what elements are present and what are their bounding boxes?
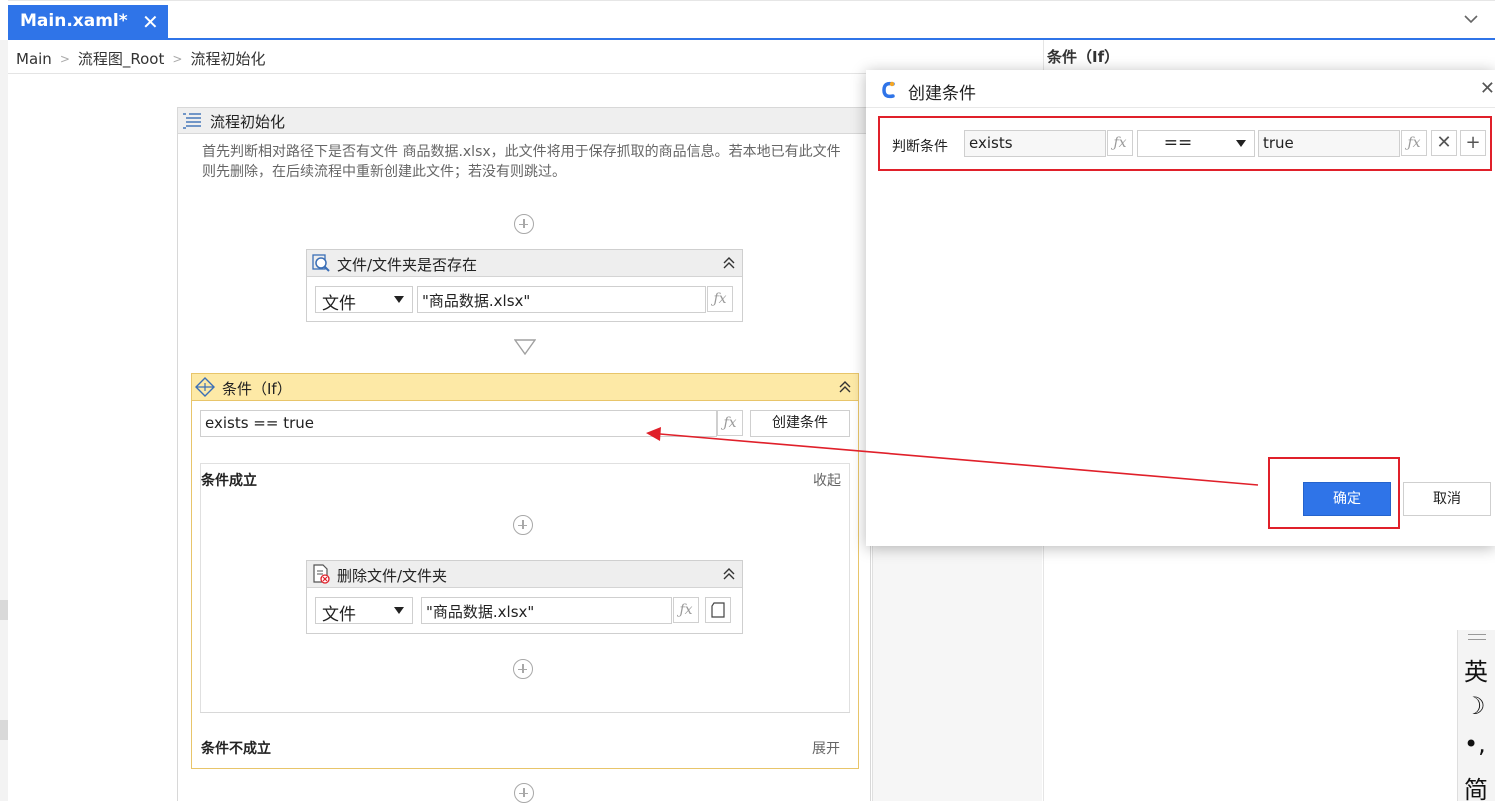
create-condition-dialog: 创建条件 ✕ 判断条件 exists ƒx == true ƒx ✕ + 确定 …	[866, 70, 1495, 546]
add-activity-icon[interactable]	[514, 783, 534, 803]
dropdown-caret-icon	[394, 296, 404, 303]
chevron-down-icon[interactable]	[1463, 11, 1479, 27]
delete-file-icon	[313, 564, 330, 584]
drag-handle-icon[interactable]	[1468, 634, 1486, 640]
operator-select[interactable]: ==	[1137, 130, 1255, 157]
file-type-select[interactable]: 文件	[315, 597, 413, 625]
operator-value: ==	[1163, 133, 1193, 153]
search-file-icon	[312, 254, 330, 272]
sequence-description: 首先判断相对路径下是否有文件 商品数据.xlsx，此文件将用于保存抓取的商品信息…	[202, 144, 841, 180]
dialog-title: 创建条件	[908, 84, 976, 104]
gutter-marker	[0, 600, 8, 620]
then-label: 条件成立	[201, 473, 257, 489]
left-gutter	[0, 40, 8, 801]
ok-highlight-box	[1268, 457, 1400, 529]
breadcrumb-item-root[interactable]: 流程图_Root	[78, 48, 165, 69]
dialog-close-icon[interactable]: ✕	[1480, 78, 1495, 99]
file-type-value: 文件	[322, 605, 356, 625]
delete-file-activity[interactable]: 删除文件/文件夹 文件 "商品数据.xlsx" ƒx	[306, 560, 743, 634]
condition-expression-input[interactable]: exists == true	[200, 410, 717, 437]
collapse-icon[interactable]	[838, 380, 852, 394]
sequence-title: 流程初始化	[210, 113, 286, 131]
condition-row: 判断条件 exists ƒx == true ƒx ✕ +	[878, 116, 1492, 171]
breadcrumb-item-init[interactable]: 流程初始化	[190, 48, 265, 69]
fx-button[interactable]: ƒx	[673, 597, 699, 623]
else-expand-link[interactable]: 展开	[812, 738, 840, 758]
document-icon	[711, 602, 725, 618]
delete-file-title: 删除文件/文件夹	[337, 567, 448, 585]
file-exists-title: 文件/文件夹是否存在	[337, 256, 478, 274]
create-condition-button[interactable]: 创建条件	[750, 410, 850, 437]
moon-icon[interactable]: ☽	[1464, 692, 1486, 720]
if-title: 条件（If）	[222, 380, 292, 398]
file-path-input[interactable]: "商品数据.xlsx"	[421, 597, 672, 624]
fx-button[interactable]: ƒx	[1401, 130, 1427, 156]
if-header: 条件（If）	[192, 374, 858, 401]
fx-button[interactable]: ƒx	[1107, 130, 1133, 156]
gutter-marker	[0, 720, 8, 740]
sequence-list-icon	[183, 113, 201, 129]
add-condition-icon[interactable]: +	[1460, 130, 1486, 156]
canvas-side-strip	[872, 540, 1042, 801]
file-type-select[interactable]: 文件	[315, 286, 413, 314]
tab-bar: Main.xaml* ✕	[8, 0, 1495, 40]
condition-left-input[interactable]: exists	[964, 130, 1106, 157]
file-type-value: 文件	[322, 294, 356, 314]
fx-button[interactable]: ƒx	[717, 410, 743, 436]
collapse-icon[interactable]	[722, 567, 736, 581]
browse-file-button[interactable]	[705, 597, 731, 623]
tab-main-xaml[interactable]: Main.xaml* ✕	[8, 5, 168, 39]
add-activity-icon[interactable]	[513, 659, 533, 679]
breadcrumb-separator-icon: >	[59, 51, 70, 66]
breadcrumb-separator-icon: >	[172, 51, 183, 66]
file-exists-header: 文件/文件夹是否存在	[307, 250, 742, 277]
then-collapse-link[interactable]: 收起	[813, 470, 841, 490]
dropdown-caret-icon	[394, 607, 404, 614]
ime-toolbar: 英 ☽ •, 简	[1457, 630, 1495, 804]
remove-condition-icon[interactable]: ✕	[1431, 130, 1457, 156]
sequence-header: 流程初始化	[178, 108, 870, 134]
ime-mode-simplified[interactable]: 简	[1464, 770, 1488, 805]
punctuation-icon[interactable]: •,	[1464, 730, 1486, 758]
tab-title: Main.xaml*	[20, 11, 128, 31]
collapse-icon[interactable]	[722, 256, 736, 270]
properties-title: 条件（If）	[1047, 48, 1120, 66]
condition-label: 判断条件	[892, 139, 948, 155]
condition-right-input[interactable]: true	[1258, 130, 1400, 157]
add-activity-icon[interactable]	[514, 214, 534, 234]
dialog-header: 创建条件 ✕	[866, 70, 1495, 108]
file-exists-activity[interactable]: 文件/文件夹是否存在 文件 "商品数据.xlsx" ƒx	[306, 249, 743, 322]
file-path-input[interactable]: "商品数据.xlsx"	[417, 286, 706, 313]
fx-button[interactable]: ƒx	[707, 286, 733, 312]
add-activity-icon[interactable]	[513, 515, 533, 535]
ime-mode-english[interactable]: 英	[1464, 652, 1488, 687]
condition-diamond-icon	[195, 377, 215, 397]
dropdown-caret-icon	[1236, 140, 1246, 147]
cancel-button[interactable]: 取消	[1403, 482, 1491, 516]
breadcrumb-item-main[interactable]: Main	[16, 50, 52, 68]
app-logo-icon	[882, 81, 895, 99]
flow-arrow-down-icon	[514, 339, 536, 355]
tab-close-icon[interactable]: ✕	[142, 10, 159, 34]
branch-divider	[200, 712, 850, 713]
else-label: 条件不成立	[201, 741, 271, 757]
delete-file-header: 删除文件/文件夹	[307, 561, 742, 588]
breadcrumb: Main > 流程图_Root > 流程初始化	[16, 48, 265, 69]
